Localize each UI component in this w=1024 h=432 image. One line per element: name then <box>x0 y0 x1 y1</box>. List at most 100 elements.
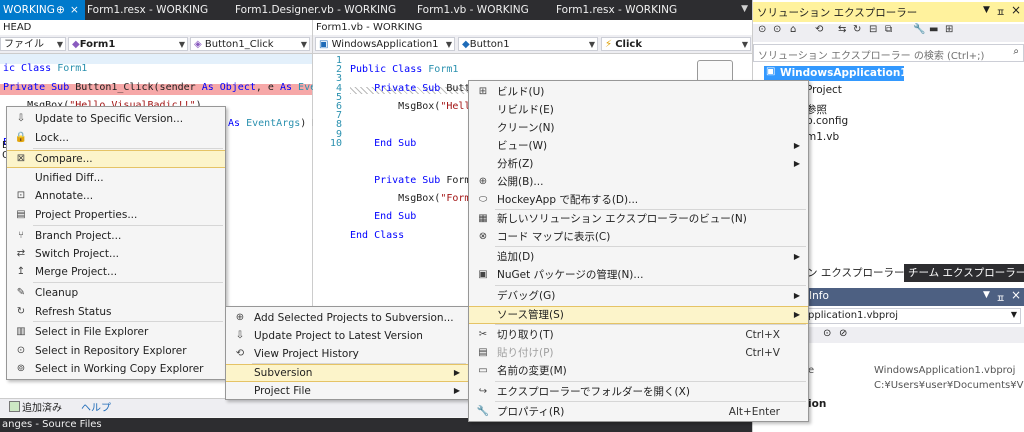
menu-item[interactable]: 分析(Z) ▶ <box>469 155 808 173</box>
menu-item-label: 公開(B)... <box>497 176 544 188</box>
project-context-menu: ⊞ ビルド(U) リビルド(E) クリーン(N) ビュー(W) ▶ 分析(Z) ▶ ⊕ 公開(B)… <box>468 80 809 422</box>
sync-icon[interactable]: ⇆ <box>838 24 846 35</box>
menu-item[interactable]: ⊠ Compare... <box>7 150 225 168</box>
pin-icon[interactable]: ⊕ <box>56 0 65 20</box>
pin-icon[interactable]: ㅍ <box>996 4 1005 19</box>
menu-item[interactable]: 🔧 プロパティ(R) Alt+Enter <box>469 403 808 421</box>
close-icon[interactable]: × <box>1011 3 1021 17</box>
menu-item[interactable]: Project File ▶ <box>226 382 468 400</box>
menu-item[interactable]: クリーン(N) <box>469 119 808 137</box>
menu-item[interactable]: ⊡ Annotate... <box>7 187 225 205</box>
tab-form1-vb[interactable]: Form1.vb - WORKING <box>417 0 529 20</box>
tab-solution-explorer[interactable]: ン エクスプローラー <box>803 264 909 282</box>
help-link[interactable]: ヘルプ <box>81 399 111 414</box>
menu-item-label: 分析(Z) <box>497 158 534 170</box>
right-project-dropdown[interactable]: ▣ WindowsApplication1 ▼ <box>315 37 455 51</box>
events-icon[interactable]: ⊘ <box>839 328 847 339</box>
tab-form1-designer[interactable]: Form1.Designer.vb - WORKING <box>235 0 396 20</box>
collapse-icon[interactable]: ⊟ <box>869 24 877 35</box>
menu-item[interactable]: ↪ エクスプローラーでフォルダーを開く(X) <box>469 383 808 401</box>
menu-item[interactable]: ↻ Refresh Status <box>7 303 225 321</box>
chevron-down-icon: ▼ <box>1010 310 1017 319</box>
menu-item[interactable]: ビュー(W) ▶ <box>469 137 808 155</box>
menu-separator <box>495 246 806 247</box>
lock-icon: 🔒 <box>14 132 28 143</box>
annotate-icon: ⊡ <box>16 190 26 201</box>
tree-item-form1-vb[interactable]: m1.vb <box>806 131 839 143</box>
panel-menu-icon[interactable]: ▼ <box>983 290 990 300</box>
right-event-dropdown[interactable]: ⚡ Click ▼ <box>601 37 751 51</box>
tree-item-my-project[interactable]: Project <box>806 84 842 96</box>
menu-item[interactable]: ⇩ Update Project to Latest Version <box>226 327 468 345</box>
menu-item[interactable]: Unified Diff... <box>7 169 225 187</box>
menu-item[interactable]: ▥ Select in File Explorer <box>7 323 225 341</box>
history-icon: ⟲ <box>235 348 245 359</box>
pin-icon[interactable]: ㅍ <box>996 290 1005 305</box>
menu-item[interactable]: ⊗ コード マップに表示(C) <box>469 228 808 246</box>
menu-item[interactable]: ▦ 新しいソリューション エクスプローラーのビュー(N) <box>469 210 808 228</box>
menu-item[interactable]: ⊚ Select in Working Copy Explorer <box>7 360 225 378</box>
menu-item[interactable]: リビルド(E) <box>469 101 808 119</box>
property-pages-icon[interactable]: ⊙ <box>823 328 831 339</box>
menu-item[interactable]: ↥ Merge Project... <box>7 263 225 281</box>
tab-overflow-icon[interactable]: ▼ <box>741 4 748 14</box>
right-object-dropdown[interactable]: ◆Button1 ▼ <box>458 37 598 51</box>
property-value[interactable]: C:¥Users¥user¥Documents¥V <box>874 380 1023 391</box>
tab-working[interactable]: WORKING ⊕ × <box>0 0 85 20</box>
menu-item[interactable]: ⊕ 公開(B)... <box>469 173 808 191</box>
branch-icon: ⑂ <box>18 230 24 241</box>
search-placeholder: ソリューション エクスプローラー の検索 (Ctrl+;) <box>758 51 985 62</box>
menu-item[interactable]: ▣ NuGet パッケージの管理(N)... <box>469 266 808 284</box>
menu-item[interactable]: Subversion ▶ <box>226 364 468 382</box>
tree-item-project-selected[interactable]: ▣ WindowsApplication1 <box>764 66 908 81</box>
menu-item[interactable]: ソース管理(S) ▶ <box>469 306 808 324</box>
back-icon[interactable]: ⊙ <box>758 24 766 35</box>
menu-item[interactable]: ⬭ HockeyApp で配布する(D)... <box>469 191 808 209</box>
menu-shortcut: Alt+Enter <box>728 406 780 418</box>
menu-item[interactable]: ⊕ Add Selected Projects to Subversion... <box>226 309 468 327</box>
vb-project-icon: ▣ <box>319 39 329 50</box>
preview-icon[interactable]: ▬ <box>929 24 938 35</box>
menu-item[interactable]: デバッグ(G) ▶ <box>469 287 808 305</box>
copy-icon[interactable]: ⧉ <box>885 24 892 35</box>
refresh-icon[interactable]: ↻ <box>853 24 861 35</box>
forward-icon[interactable]: ⊙ <box>773 24 781 35</box>
added-legend-swatch <box>9 401 20 412</box>
right-line-numbers: 1 2 3 4 5 6 7 8 9 10 <box>326 55 342 148</box>
panel-menu-icon[interactable]: ▼ <box>983 5 990 15</box>
wrench-icon[interactable]: 🔧 <box>913 24 925 35</box>
menu-item[interactable]: ⊙ Select in Repository Explorer <box>7 342 225 360</box>
menu-item-label: コード マップに表示(C) <box>497 231 611 243</box>
property-value[interactable]: WindowsApplication1.vbproj <box>874 365 1015 376</box>
menu-item[interactable]: ⇄ Switch Project... <box>7 245 225 263</box>
left-class-dropdown[interactable]: ◆Form1 ▼ <box>68 37 188 51</box>
left-project-dropdown[interactable]: ファイル ▼ <box>0 37 66 51</box>
class-view-icon[interactable]: ⊞ <box>945 24 953 35</box>
menu-item[interactable]: ⟲ View Project History <box>226 345 468 363</box>
dropdown-value: WindowsApplication1 <box>331 39 439 50</box>
tree-item-app-config[interactable]: p.config <box>806 115 848 127</box>
tab-team-explorer[interactable]: チーム エクスプローラー <box>904 264 1024 282</box>
home-icon[interactable]: ⌂ <box>790 24 796 35</box>
tab-form1-resx-2[interactable]: Form1.resx - WORKING <box>556 0 677 20</box>
class-icon: ◆ <box>72 39 80 50</box>
menu-item[interactable]: 追加(D) ▶ <box>469 248 808 266</box>
left-member-dropdown[interactable]: ◈ Button1_Click ▼ <box>190 37 310 51</box>
history-icon[interactable]: ⟲ <box>815 24 823 35</box>
property-section: ion <box>808 398 827 410</box>
close-icon[interactable]: × <box>70 0 79 20</box>
menu-separator <box>33 148 223 149</box>
menu-item[interactable]: ✂ 切り取り(T) Ctrl+X <box>469 326 808 344</box>
menu-item[interactable]: ⑂ Branch Project... <box>7 227 225 245</box>
menu-item[interactable]: ✎ Cleanup <box>7 284 225 302</box>
tab-form1-resx[interactable]: Form1.resx - WORKING <box>87 0 208 20</box>
menu-item[interactable]: ▤ Project Properties... <box>7 206 225 224</box>
menu-item[interactable]: ⇩ Update to Specific Version... <box>7 110 225 128</box>
menu-separator <box>33 225 223 226</box>
close-icon[interactable]: × <box>1011 288 1021 302</box>
menu-separator <box>495 401 806 402</box>
menu-item[interactable]: ⊞ ビルド(U) <box>469 83 808 101</box>
menu-item[interactable]: ▭ 名前の変更(M) <box>469 362 808 380</box>
menu-item[interactable]: 🔒 Lock... <box>7 129 225 147</box>
solution-search-input[interactable]: ソリューション エクスプローラー の検索 (Ctrl+;) ⌕ <box>753 44 1024 62</box>
